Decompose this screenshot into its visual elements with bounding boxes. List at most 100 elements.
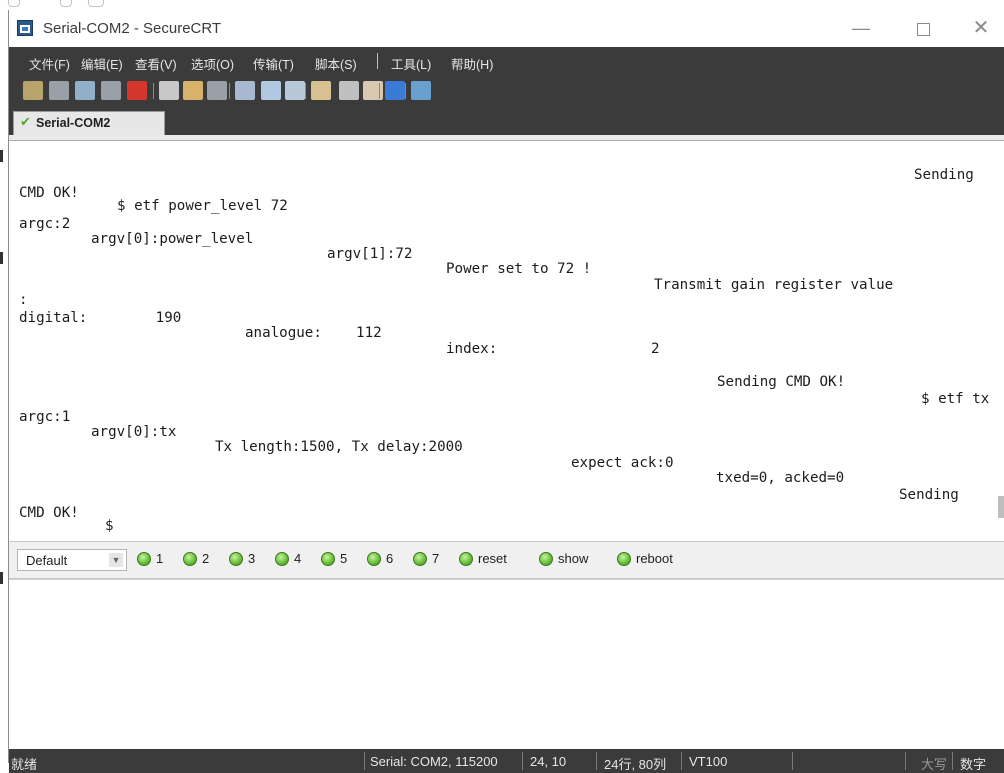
green-dot-icon: [617, 552, 631, 566]
left-edge-marker: [0, 150, 3, 162]
terminal-line: CMD OK!: [19, 185, 79, 201]
maximize-button[interactable]: [901, 14, 945, 42]
button-bar-select[interactable]: Default ▼: [17, 549, 127, 571]
green-dot-icon: [367, 552, 381, 566]
terminal-line: Sending CMD OK!: [717, 374, 846, 390]
connect-tab-icon[interactable]: [75, 81, 95, 100]
status-caps-lock: 大写: [921, 757, 948, 772]
keymap-icon[interactable]: [363, 81, 383, 100]
paste-icon[interactable]: [183, 81, 203, 100]
copy-icon[interactable]: [159, 81, 179, 100]
menu-transfer[interactable]: 传输(T): [253, 54, 294, 73]
menu-edit[interactable]: 编辑(E): [81, 54, 123, 73]
status-emulation: VT100: [689, 754, 728, 769]
button-label: reset: [478, 551, 507, 566]
terminal-line: $ etf tx: [921, 391, 990, 407]
status-terminal-size: 24行, 80列: [604, 757, 667, 772]
status-separator: [596, 752, 597, 770]
green-dot-icon: [229, 552, 243, 566]
button-label: 1: [156, 551, 164, 566]
terminal-line: argv[0]:tx: [91, 424, 177, 440]
terminal-line: argc:1: [19, 409, 71, 425]
tab-serial-com2[interactable]: ✔ Serial-COM2: [13, 111, 165, 135]
button-label: reboot: [636, 551, 673, 566]
menu-help[interactable]: 帮助(H): [451, 54, 493, 73]
refresh-icon: [88, 0, 104, 7]
securecrt-app-icon[interactable]: [17, 20, 33, 36]
menu-view[interactable]: 查看(V): [135, 54, 177, 73]
help-icon[interactable]: [385, 81, 405, 100]
title-bar[interactable]: Serial-COM2 - SecureCRT — ✕: [9, 10, 1004, 47]
command-window[interactable]: [9, 579, 1004, 749]
terminal-line: argv[0]:power_level: [91, 231, 254, 247]
pin-icon: [8, 0, 20, 7]
window-title: Serial-COM2 - SecureCRT: [43, 20, 222, 37]
toolbar-separator: [229, 83, 230, 99]
left-edge-marker: [0, 572, 3, 584]
status-separator: [522, 752, 523, 770]
terminal-line: expect ack:0: [571, 455, 674, 471]
green-dot-icon: [413, 552, 427, 566]
menu-options[interactable]: 选项(O): [191, 54, 234, 73]
menu-script[interactable]: 脚本(S): [315, 54, 357, 73]
close-button[interactable]: ✕: [959, 14, 1003, 42]
terminal-line: digital: 190: [19, 310, 182, 326]
terminal-line: argc:2: [19, 216, 71, 232]
menu-separator: [377, 53, 378, 69]
status-separator: [792, 752, 793, 770]
status-ready: 就绪: [11, 757, 38, 772]
print-selection-icon[interactable]: [261, 81, 281, 100]
terminal-line: argv[1]:72: [327, 246, 413, 262]
button-label: 7: [432, 551, 440, 566]
button-label: show: [558, 551, 589, 566]
terminal-line: Power set to 72 !: [446, 261, 592, 277]
button-label: 5: [340, 551, 348, 566]
print-icon[interactable]: [235, 81, 255, 100]
tab-label: Serial-COM2: [36, 116, 111, 130]
find-icon[interactable]: [207, 81, 227, 100]
menu-file[interactable]: 文件(F): [29, 54, 70, 73]
toolbar: [9, 75, 1004, 105]
menu-bar: 文件(F) 编辑(E) 查看(V) 选项(O) 传输(T) 脚本(S) 工具(L…: [9, 47, 1004, 75]
green-dot-icon: [275, 552, 289, 566]
top-strip: [0, 0, 1004, 10]
chevron-down-icon[interactable]: ▼: [109, 553, 123, 567]
toolbar-separator: [153, 83, 154, 99]
menu-tools[interactable]: 工具(L): [391, 54, 431, 73]
terminal-scrollbar-thumb[interactable]: [998, 496, 1004, 518]
reconnect-icon[interactable]: [101, 81, 121, 100]
quick-connect-icon[interactable]: [49, 81, 69, 100]
connect-icon[interactable]: [23, 81, 43, 100]
print-screen-icon[interactable]: [285, 81, 305, 100]
toolbar-separator: [405, 83, 406, 99]
terminal-line: :: [19, 292, 28, 308]
button-bar: Default ▼ 1 2 3 4 5 6 7 reset show reboo…: [9, 541, 1004, 579]
status-separator: [364, 752, 365, 770]
status-separator: [681, 752, 682, 770]
button-label: 4: [294, 551, 302, 566]
button-label: 6: [386, 551, 394, 566]
terminal-line: index: 2: [446, 341, 660, 357]
status-bar: 就绪 Serial: COM2, 115200 24, 10 24行, 80列 …: [9, 749, 1004, 773]
terminal-line: CMD OK!: [19, 505, 79, 521]
toolbar-separator: [305, 83, 306, 99]
status-connection: Serial: COM2, 115200: [370, 754, 498, 769]
terminal-output[interactable]: Sending CMD OK! $ etf power_level 72 arg…: [9, 141, 1004, 537]
session-options-icon[interactable]: [311, 81, 331, 100]
button-label: 3: [248, 551, 256, 566]
left-edge-marker: [0, 252, 3, 264]
global-options-icon[interactable]: [339, 81, 359, 100]
toolbar-separator: [379, 83, 380, 99]
terminal-line: Tx length:1500, Tx delay:2000: [215, 439, 463, 455]
tab-bar: ✔ Serial-COM2: [9, 105, 1004, 135]
green-dot-icon: [539, 552, 553, 566]
status-cursor-position: 24, 10: [530, 754, 567, 769]
pin-icon: [60, 0, 72, 7]
minimize-button[interactable]: —: [839, 14, 883, 42]
terminal-line: $: [105, 518, 114, 534]
sftp-icon[interactable]: [411, 81, 431, 100]
disconnect-icon[interactable]: [127, 81, 147, 100]
button-bar-select-value: Default: [26, 553, 68, 568]
terminal-line: $ etf power_level 72: [117, 198, 288, 214]
securecrt-window: Serial-COM2 - SecureCRT — ✕ 文件(F) 编辑(E) …: [8, 10, 1004, 773]
